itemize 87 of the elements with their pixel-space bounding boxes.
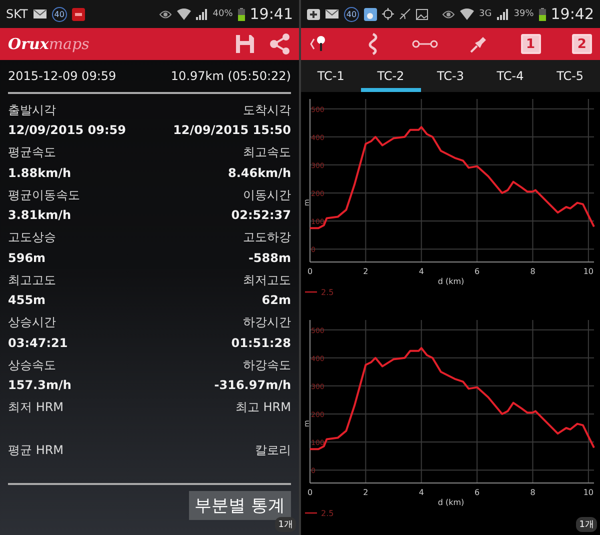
stat-label: 이동시간 [243, 186, 291, 204]
image-icon [416, 8, 428, 20]
axis-tick-label: 6 [474, 488, 480, 497]
axis-title: d (km) [438, 498, 464, 507]
stat-value: 12/09/2015 09:59 [8, 123, 126, 137]
stat-label: 도착시각 [243, 102, 291, 118]
tab[interactable]: TC-1 [301, 60, 361, 92]
stat-label: 평균 HRM [8, 442, 64, 458]
app-logo[interactable]: Oruxmaps [8, 35, 90, 53]
signal-icon [496, 8, 509, 20]
stat-value: -316.97m/h [214, 378, 291, 392]
segment-stats-button[interactable]: 부분별 통계 [188, 490, 291, 520]
legend-label: 2.5 [321, 509, 334, 518]
stat-value: 455m [8, 293, 46, 307]
gps-icon [382, 8, 394, 20]
stat-value: 157.3m/h [8, 378, 72, 392]
stat-value: 596m [8, 250, 46, 264]
stat-label: 최고속도 [243, 144, 291, 161]
battery-percent: 40% [212, 9, 233, 19]
tab[interactable]: TC-3 [420, 60, 480, 92]
track-start-time: 2015-12-09 09:59 [8, 69, 116, 83]
notification-badge: 1개 [576, 517, 597, 532]
stat-label: 상승시간 [8, 314, 56, 331]
eye-icon [158, 10, 172, 18]
axis-tick-label: 8 [530, 267, 536, 276]
axis-title: d (km) [438, 277, 464, 286]
axis-tick-label: 10 [583, 267, 594, 276]
mail-icon [325, 9, 339, 19]
share-icon[interactable] [269, 33, 291, 55]
wifi-icon [176, 8, 191, 20]
battery-icon [538, 8, 546, 20]
app-notification-icon [72, 8, 85, 20]
stat-label: 평균속도 [8, 144, 56, 161]
tab[interactable]: TC-4 [480, 60, 540, 92]
clock: 19:42 [550, 5, 594, 23]
axis-tick-label: 6 [474, 267, 480, 276]
stat-value: 02:52:37 [231, 208, 291, 222]
carrier-label: SKT [6, 7, 28, 21]
track-summary: 10.97km (05:50:22) [170, 69, 291, 83]
axis-tick-label: 4 [418, 488, 424, 497]
stat-label: 하강시간 [243, 314, 291, 331]
mail-icon [32, 9, 47, 19]
legend-line [304, 512, 318, 514]
axis-tick-label: 8 [530, 488, 536, 497]
stat-label: 최저고도 [243, 272, 291, 288]
network-type: 3G [479, 9, 492, 19]
wifi-icon [460, 8, 474, 20]
stat-label: 고도하강 [243, 229, 291, 246]
axis-tick-label: 2 [363, 488, 368, 497]
stat-value: -588m [248, 250, 291, 264]
axis-tick-label: 4 [418, 267, 424, 276]
stat-label: 최고 HRM [235, 399, 291, 416]
weather-icon [364, 8, 377, 20]
axis-tick-label: 2 [363, 267, 368, 276]
stat-label: 출발시각 [8, 102, 56, 118]
axis-tick-label: 0 [307, 267, 313, 276]
signal-icon [196, 8, 208, 20]
stat-value: 1.88km/h [8, 166, 72, 180]
stat-label: 평균이동속도 [8, 186, 80, 204]
tab[interactable]: TC-5 [540, 60, 600, 92]
segment-icon[interactable] [412, 39, 438, 49]
legend-label: 2.5 [321, 288, 334, 297]
stat-label: 최저 HRM [8, 399, 64, 416]
plus-icon [307, 8, 320, 20]
stat-label: 고도상승 [8, 229, 56, 246]
stat-value: 03:47:21 [8, 336, 68, 350]
clock: 19:41 [250, 5, 293, 23]
toolbar-button[interactable]: 1 [520, 34, 541, 54]
stat-label: 칼로리 [255, 442, 291, 458]
stat-value: 8.46km/h [228, 166, 291, 180]
battery-icon [238, 8, 245, 20]
tab[interactable]: TC-2 [360, 60, 421, 92]
notification-badge: 40 [344, 6, 359, 22]
notification-badge: 1개 [275, 517, 296, 532]
toolbar-button[interactable]: 2 [572, 34, 592, 54]
stat-value: 3.81km/h [8, 208, 72, 222]
axis-tick-label: 0 [307, 488, 313, 497]
stat-label: 하강속도 [243, 356, 291, 374]
notification-badge: 40 [52, 6, 67, 22]
battery-percent: 39% [514, 9, 534, 19]
stat-label: 최고고도 [8, 272, 56, 288]
eye-icon [442, 10, 456, 18]
stat-value: 12/09/2015 15:50 [173, 123, 291, 137]
stat-value: 62m [262, 293, 291, 307]
stat-label: 상승속도 [8, 356, 56, 374]
axis-tick-label: 10 [583, 488, 594, 497]
stat-value: 01:51:28 [231, 336, 291, 350]
